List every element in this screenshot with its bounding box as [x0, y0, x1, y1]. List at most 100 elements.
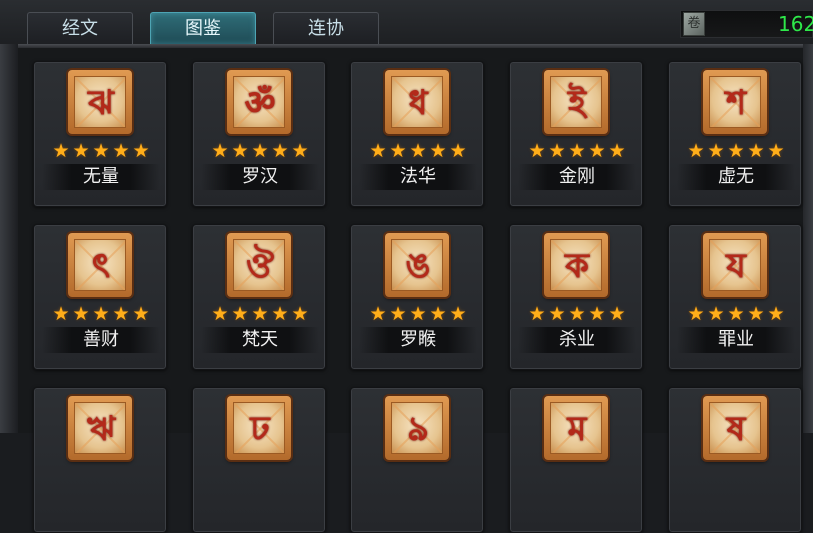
emblem-plate: ধ — [391, 76, 443, 128]
emblem-plate: ঢ — [233, 402, 285, 454]
codex-card[interactable]: ম — [509, 387, 643, 533]
emblem-glyph: ষ — [726, 409, 746, 449]
tab-synergy[interactable]: 连协 — [273, 12, 379, 44]
star-icon: ★ — [409, 303, 427, 325]
tab-codex[interactable]: 图鉴 — [150, 12, 256, 44]
star-icon: ★ — [528, 303, 546, 325]
card-name: 无量 — [42, 164, 160, 190]
sanskrit-emblem-icon: ঔ — [227, 233, 291, 297]
sanskrit-emblem-icon: ধ — [385, 70, 449, 134]
sanskrit-emblem-icon: ৎ — [68, 233, 132, 297]
star-icon: ★ — [132, 140, 150, 162]
card-name: 罗睺 — [359, 327, 477, 353]
sanskrit-emblem-icon: ঌ — [385, 396, 449, 460]
emblem-glyph: ঙ — [405, 246, 431, 286]
star-icon: ★ — [291, 303, 309, 325]
star-icon: ★ — [449, 303, 467, 325]
sanskrit-emblem-icon: ঢ — [227, 396, 291, 460]
emblem-plate: ॐ — [233, 76, 285, 128]
star-icon: ★ — [747, 140, 765, 162]
star-icon: ★ — [528, 140, 546, 162]
star-icon: ★ — [767, 140, 785, 162]
star-icon: ★ — [588, 303, 606, 325]
card-name: 罪业 — [677, 327, 795, 353]
codex-card[interactable]: ঢ — [192, 387, 326, 533]
star-icon: ★ — [211, 140, 229, 162]
star-icon: ★ — [727, 140, 745, 162]
emblem-glyph: ধ — [408, 83, 428, 123]
card-name: 虚无 — [677, 164, 795, 190]
codex-card[interactable]: ই ★ ★ ★ ★ ★ 金刚 — [509, 61, 643, 207]
star-icon: ★ — [747, 303, 765, 325]
emblem-plate: ম — [550, 402, 602, 454]
codex-card[interactable]: ঝ ★ ★ ★ ★ ★ 无量 — [33, 61, 167, 207]
star-icon: ★ — [72, 303, 90, 325]
codex-card[interactable]: ষ — [668, 387, 802, 533]
sanskrit-emblem-icon: ই — [544, 70, 608, 134]
star-rating: ★ ★ ★ ★ ★ — [524, 303, 630, 325]
star-rating: ★ ★ ★ ★ ★ — [207, 140, 313, 162]
star-icon: ★ — [132, 303, 150, 325]
star-icon: ★ — [429, 303, 447, 325]
emblem-plate: ৎ — [74, 239, 126, 291]
star-rating: ★ ★ ★ ★ ★ — [524, 140, 630, 162]
star-rating: ★ ★ ★ ★ ★ — [365, 303, 471, 325]
star-icon: ★ — [727, 303, 745, 325]
codex-card[interactable]: য ★ ★ ★ ★ ★ 罪业 — [668, 224, 802, 370]
emblem-glyph: ঋ — [86, 409, 116, 449]
star-rating: ★ ★ ★ ★ ★ — [207, 303, 313, 325]
star-icon: ★ — [707, 303, 725, 325]
star-icon: ★ — [449, 140, 467, 162]
emblem-glyph: ম — [567, 409, 587, 449]
emblem-glyph: ই — [568, 83, 586, 123]
sanskrit-emblem-icon: ॐ — [227, 70, 291, 134]
codex-card[interactable]: শ ★ ★ ★ ★ ★ 虚无 — [668, 61, 802, 207]
star-icon: ★ — [72, 140, 90, 162]
star-rating: ★ ★ ★ ★ ★ — [365, 140, 471, 162]
emblem-glyph: শ — [725, 83, 747, 123]
card-name: 法华 — [359, 164, 477, 190]
sanskrit-emblem-icon: ক — [544, 233, 608, 297]
star-rating: ★ ★ ★ ★ ★ — [48, 140, 154, 162]
star-icon: ★ — [369, 303, 387, 325]
star-icon: ★ — [389, 303, 407, 325]
codex-card[interactable]: ৎ ★ ★ ★ ★ ★ 善财 — [33, 224, 167, 370]
sanskrit-emblem-icon: ঋ — [68, 396, 132, 460]
star-rating: ★ ★ ★ ★ ★ — [683, 140, 789, 162]
star-icon: ★ — [291, 140, 309, 162]
emblem-plate: ই — [550, 76, 602, 128]
emblem-glyph: ঔ — [246, 246, 274, 286]
star-icon: ★ — [52, 140, 70, 162]
emblem-plate: ঋ — [74, 402, 126, 454]
sanskrit-emblem-icon: ঙ — [385, 233, 449, 297]
codex-card[interactable]: ঋ — [33, 387, 167, 533]
card-name: 梵天 — [201, 327, 319, 353]
star-icon: ★ — [568, 140, 586, 162]
panel-frame-right — [803, 44, 813, 433]
star-icon: ★ — [707, 140, 725, 162]
star-icon: ★ — [251, 140, 269, 162]
emblem-plate: ঔ — [233, 239, 285, 291]
emblem-glyph: ক — [565, 246, 589, 286]
emblem-plate: ঙ — [391, 239, 443, 291]
star-icon: ★ — [271, 303, 289, 325]
card-name: 善财 — [42, 327, 160, 353]
emblem-plate: ষ — [709, 402, 761, 454]
tab-scriptures[interactable]: 经文 — [27, 12, 133, 44]
star-icon: ★ — [389, 140, 407, 162]
codex-card[interactable]: ঙ ★ ★ ★ ★ ★ 罗睺 — [350, 224, 484, 370]
star-icon: ★ — [429, 140, 447, 162]
scroll-icon: 卷 — [683, 12, 705, 36]
sanskrit-emblem-icon: ঝ — [68, 70, 132, 134]
codex-card[interactable]: ঔ ★ ★ ★ ★ ★ 梵天 — [192, 224, 326, 370]
card-name: 杀业 — [518, 327, 636, 353]
codex-card[interactable]: ধ ★ ★ ★ ★ ★ 法华 — [350, 61, 484, 207]
star-rating: ★ ★ ★ ★ ★ — [48, 303, 154, 325]
codex-card[interactable]: ॐ ★ ★ ★ ★ ★ 罗汉 — [192, 61, 326, 207]
sanskrit-emblem-icon: ষ — [703, 396, 767, 460]
star-icon: ★ — [112, 303, 130, 325]
codex-card[interactable]: ক ★ ★ ★ ★ ★ 杀业 — [509, 224, 643, 370]
sanskrit-emblem-icon: শ — [703, 70, 767, 134]
codex-card[interactable]: ঌ — [350, 387, 484, 533]
card-name: 罗汉 — [201, 164, 319, 190]
